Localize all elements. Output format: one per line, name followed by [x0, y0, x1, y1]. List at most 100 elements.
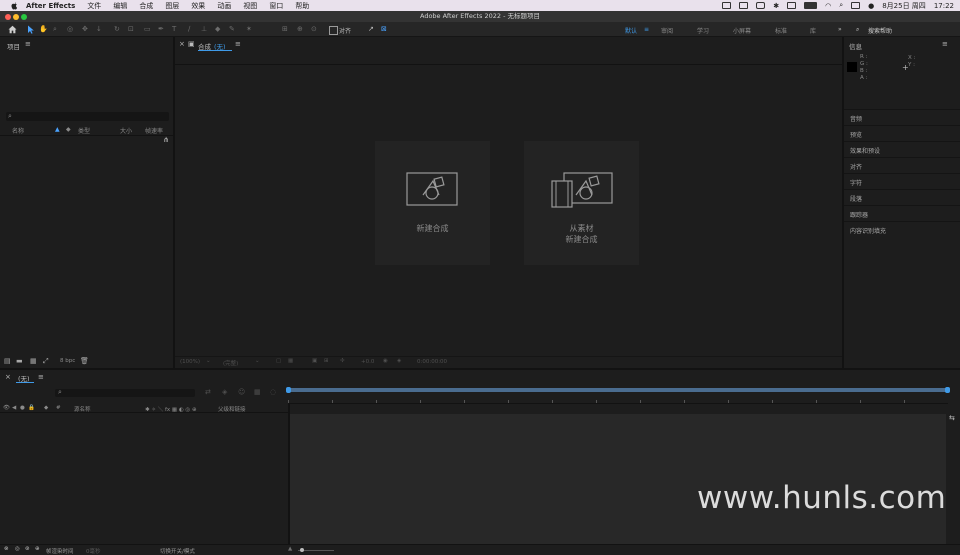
transparency-grid-icon[interactable]: ▦	[288, 358, 293, 364]
flowchart-icon[interactable]: ⋔	[163, 136, 169, 144]
work-area-start-handle[interactable]	[286, 387, 291, 393]
search-help-input[interactable]: 搜索帮助	[868, 26, 892, 35]
panel-character[interactable]: 字符	[844, 173, 960, 189]
spotlight-search-icon[interactable]: ⌕	[839, 1, 843, 10]
comp-navigator-icon[interactable]: ⇆	[949, 414, 955, 422]
minimize-window-button[interactable]	[13, 14, 19, 20]
menu-app-name[interactable]: After Effects	[26, 2, 75, 10]
magnification-dropdown[interactable]: (100%)	[180, 359, 200, 365]
menu-edit[interactable]: 编辑	[113, 1, 127, 11]
frame-blending-icon[interactable]: ▦	[254, 388, 261, 396]
render-time-icon[interactable]: ⊕	[35, 546, 40, 552]
workspace-tab-library[interactable]: 库	[810, 26, 816, 35]
workspace-menu-icon[interactable]: ≡	[644, 26, 649, 33]
menubar-time[interactable]: 17:22	[934, 2, 954, 10]
menu-layer[interactable]: 图层	[165, 1, 179, 11]
workspace-tab-review[interactable]: 审阅	[661, 26, 673, 35]
menu-help[interactable]: 帮助	[295, 1, 309, 11]
timeline-search-input[interactable]: ⌕	[55, 388, 195, 397]
toggle-switches-modes[interactable]: 切换开关/模式	[160, 547, 195, 555]
siri-icon[interactable]: ●	[868, 2, 874, 10]
workspace-tab-small-screen[interactable]: 小屏幕	[733, 26, 751, 35]
snapshot-icon[interactable]: ◉	[383, 358, 388, 364]
region-of-interest-icon[interactable]: ▢	[276, 358, 281, 364]
menu-composition[interactable]: 合成	[139, 1, 153, 11]
info-panel-menu-icon[interactable]: ≡	[942, 40, 948, 48]
menu-animation[interactable]: 动画	[217, 1, 231, 11]
view-axis-icon[interactable]: ⊙	[311, 25, 320, 34]
adjust-project-settings-icon[interactable]: ⤢	[43, 357, 49, 366]
hand-tool-icon[interactable]: ✋	[39, 25, 48, 34]
eraser-tool-icon[interactable]: ◆	[215, 25, 224, 34]
solo-toggle-icon[interactable]: ●	[20, 405, 25, 411]
workspace-tab-default[interactable]: 默认	[625, 26, 637, 35]
battery-icon[interactable]	[804, 2, 818, 9]
video-toggle-icon[interactable]: 👁	[3, 405, 10, 411]
pen-tool-icon[interactable]: ✒	[158, 25, 167, 34]
resolution-chevron-icon[interactable]: ⌄	[255, 358, 260, 364]
rectangle-tool-icon[interactable]: ▭	[144, 25, 153, 34]
pan-behind-tool-icon[interactable]: ⊡	[128, 25, 137, 34]
clone-stamp-tool-icon[interactable]: ⊥	[201, 25, 210, 34]
zoom-window-button[interactable]	[21, 14, 27, 20]
layer-switches-icon[interactable]: ⊗	[4, 546, 9, 552]
menu-view[interactable]: 视图	[243, 1, 257, 11]
project-panel-menu-icon[interactable]: ≡	[25, 40, 31, 48]
new-comp-from-footage-card[interactable]: 从素材 新建合成	[524, 141, 639, 265]
workspace-tab-learn[interactable]: 学习	[697, 26, 709, 35]
work-area-end-handle[interactable]	[945, 387, 950, 393]
brush-tool-icon[interactable]: ∕	[188, 25, 197, 34]
puppet-tool-icon[interactable]: ✶	[246, 25, 255, 34]
time-ruler[interactable]	[288, 396, 948, 404]
timeline-track-area[interactable]	[290, 414, 946, 544]
motion-blur-icon[interactable]: ◌	[270, 388, 276, 396]
bluetooth-icon[interactable]: ✱	[773, 2, 779, 10]
pan-camera-tool-icon[interactable]: ✥	[82, 25, 91, 34]
snap-options-icon[interactable]: ↗	[368, 25, 377, 34]
close-tab-icon[interactable]: ×	[179, 40, 185, 48]
type-tool-icon[interactable]: T	[172, 25, 181, 34]
status-app-icon[interactable]	[722, 2, 732, 9]
close-window-button[interactable]	[5, 14, 11, 20]
show-snapshot-icon[interactable]: ◈	[397, 358, 401, 364]
panel-preview[interactable]: 预览	[844, 125, 960, 141]
apple-icon[interactable]	[11, 2, 18, 10]
timeline-zoom-knob[interactable]	[300, 548, 304, 552]
status-window-icon[interactable]	[756, 2, 766, 9]
column-size[interactable]: 大小	[120, 126, 132, 135]
dolly-camera-tool-icon[interactable]: ↓	[96, 25, 105, 34]
menu-file[interactable]: 文件	[87, 1, 101, 11]
mask-visibility-icon[interactable]: ▣	[312, 358, 317, 364]
project-search-input[interactable]: ⌕	[6, 112, 169, 121]
resolution-dropdown[interactable]: (完整)	[223, 359, 238, 367]
source-name-column[interactable]: 源名称	[74, 405, 91, 413]
label-tag-icon[interactable]: ◆	[66, 126, 71, 133]
draft-3d-icon[interactable]: ◈	[222, 388, 227, 396]
timeline-menu-icon[interactable]: ≡	[38, 373, 44, 381]
project-panel-title[interactable]: 项目	[7, 41, 20, 51]
menu-window[interactable]: 窗口	[269, 1, 283, 11]
panel-align[interactable]: 对齐	[844, 157, 960, 173]
panel-audio[interactable]: 音频	[844, 109, 960, 125]
search-help-icon[interactable]: ⌕	[856, 26, 859, 34]
parent-link-column[interactable]: 父级和链接	[218, 405, 246, 413]
composition-flowchart-icon[interactable]: ⇄	[205, 388, 211, 396]
selection-tool-icon[interactable]	[26, 25, 35, 34]
new-composition-card[interactable]: 新建合成	[375, 141, 490, 265]
lock-toggle-icon[interactable]: 🔒	[28, 405, 35, 411]
layer-number-icon[interactable]: #	[56, 405, 61, 411]
local-axis-icon[interactable]: ⊞	[282, 25, 291, 34]
roto-brush-tool-icon[interactable]: ✎	[229, 25, 238, 34]
column-frame-rate[interactable]: 帧速率	[145, 126, 163, 135]
world-axis-icon[interactable]: ⊕	[297, 25, 306, 34]
zoom-tool-icon[interactable]: ⌕	[53, 25, 62, 34]
info-panel-title[interactable]: 信息	[849, 41, 862, 51]
label-column-icon[interactable]: ◆	[44, 405, 48, 411]
bpc-button[interactable]: 8 bpc	[60, 358, 75, 364]
menu-effect[interactable]: 效果	[191, 1, 205, 11]
keyboard-icon[interactable]	[787, 2, 797, 9]
workspace-tab-standard[interactable]: 标准	[775, 26, 787, 35]
home-icon[interactable]	[8, 25, 17, 34]
orbit-camera-tool-icon[interactable]: ◎	[67, 25, 76, 34]
control-center-icon[interactable]	[851, 2, 861, 9]
